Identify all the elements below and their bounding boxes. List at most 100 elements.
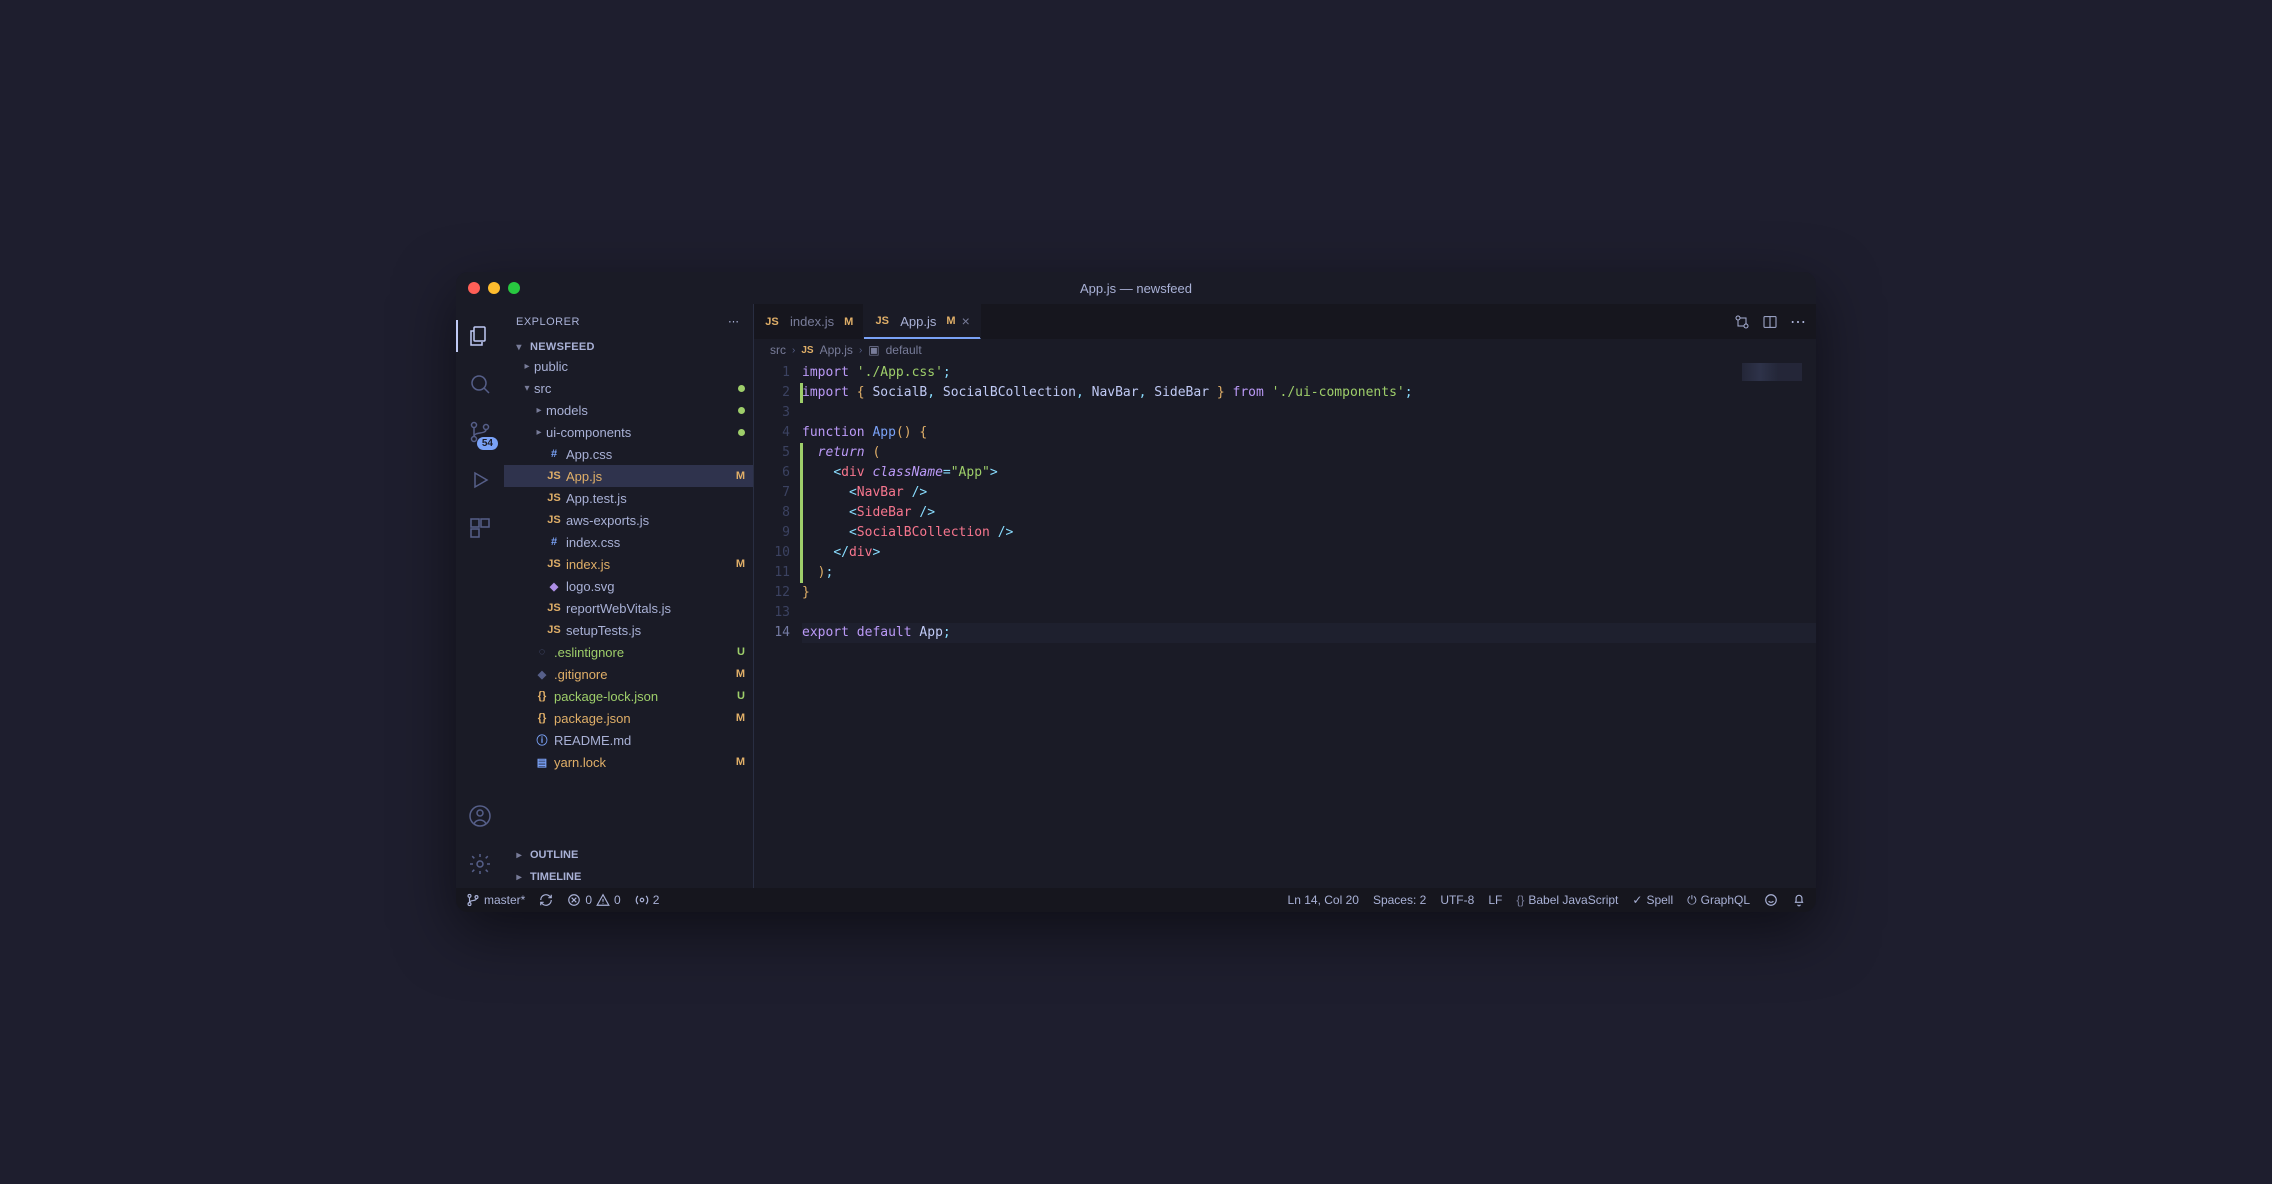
tree-file[interactable]: ◆logo.svg bbox=[504, 575, 753, 597]
status-sync[interactable] bbox=[539, 893, 553, 907]
breadcrumb-segment[interactable]: default bbox=[886, 343, 922, 357]
status-eol[interactable]: LF bbox=[1488, 893, 1502, 907]
close-tab-button[interactable]: × bbox=[962, 313, 970, 329]
tree-folder[interactable]: ▸public bbox=[504, 355, 753, 377]
file-label: README.md bbox=[554, 733, 745, 748]
tree-file[interactable]: ▤yarn.lockM bbox=[504, 751, 753, 773]
braces-icon: {} bbox=[1516, 893, 1524, 907]
editor-more-button[interactable]: ⋯ bbox=[1790, 312, 1806, 332]
activity-run-debug[interactable] bbox=[456, 456, 504, 504]
tree-file[interactable]: JSApp.jsM bbox=[504, 465, 753, 487]
code-line[interactable]: <NavBar /> bbox=[802, 483, 1816, 503]
code-line[interactable]: import './App.css'; bbox=[802, 363, 1816, 383]
status-spaces[interactable]: Spaces: 2 bbox=[1373, 893, 1426, 907]
close-window-button[interactable] bbox=[468, 282, 480, 294]
timeline-label: TIMELINE bbox=[530, 871, 581, 883]
code-line[interactable]: </div> bbox=[802, 543, 1816, 563]
git-status-badge: M bbox=[844, 316, 853, 328]
code-editor[interactable]: 1234567891011121314 import './App.css';i… bbox=[754, 361, 1816, 888]
status-encoding[interactable]: UTF-8 bbox=[1440, 893, 1474, 907]
file-type-icon: {} bbox=[534, 690, 550, 702]
timeline-section[interactable]: ▸ TIMELINE bbox=[504, 866, 753, 888]
code-line[interactable]: <div className="App"> bbox=[802, 463, 1816, 483]
activity-account[interactable] bbox=[456, 792, 504, 840]
code-line[interactable] bbox=[802, 403, 1816, 423]
tree-file[interactable]: ◌.eslintignoreU bbox=[504, 641, 753, 663]
tree-file[interactable]: JSaws-exports.js bbox=[504, 509, 753, 531]
code-content[interactable]: import './App.css';import { SocialB, Soc… bbox=[802, 361, 1816, 888]
compare-icon bbox=[1734, 314, 1750, 330]
outline-label: OUTLINE bbox=[530, 849, 578, 861]
code-line[interactable]: ); bbox=[802, 563, 1816, 583]
traffic-lights bbox=[468, 282, 520, 294]
file-type-icon: ◆ bbox=[534, 668, 550, 681]
breadcrumb[interactable]: src › JS App.js › ▣ default bbox=[754, 339, 1816, 361]
line-number: 14 bbox=[754, 623, 790, 643]
editor-tab[interactable]: JSindex.jsM bbox=[754, 304, 864, 339]
maximize-window-button[interactable] bbox=[508, 282, 520, 294]
tree-folder[interactable]: ▾src bbox=[504, 377, 753, 399]
status-problems[interactable]: 0 0 bbox=[567, 893, 620, 907]
tree-file[interactable]: JSreportWebVitals.js bbox=[504, 597, 753, 619]
tree-file[interactable]: ⓘREADME.md bbox=[504, 729, 753, 751]
code-line[interactable] bbox=[802, 603, 1816, 623]
activity-extensions[interactable] bbox=[456, 504, 504, 552]
file-label: .eslintignore bbox=[554, 645, 733, 660]
split-editor-button[interactable] bbox=[1762, 314, 1778, 330]
code-line[interactable]: <SideBar /> bbox=[802, 503, 1816, 523]
tree-file[interactable]: ◆.gitignoreM bbox=[504, 663, 753, 685]
file-label: reportWebVitals.js bbox=[566, 601, 745, 616]
activity-source-control[interactable]: 54 bbox=[456, 408, 504, 456]
line-number: 3 bbox=[754, 403, 790, 423]
file-type-icon: ◆ bbox=[546, 580, 562, 593]
minimap[interactable] bbox=[1742, 363, 1802, 381]
tree-file[interactable]: JSindex.jsM bbox=[504, 553, 753, 575]
tree-file[interactable]: JSsetupTests.js bbox=[504, 619, 753, 641]
minimize-window-button[interactable] bbox=[488, 282, 500, 294]
line-number: 8 bbox=[754, 503, 790, 523]
git-status-badge: U bbox=[737, 646, 745, 658]
status-ports[interactable]: 2 bbox=[635, 893, 660, 907]
git-status-badge: M bbox=[946, 315, 955, 327]
status-bell[interactable] bbox=[1792, 893, 1806, 907]
tree-file[interactable]: {}package.jsonM bbox=[504, 707, 753, 729]
outline-section[interactable]: ▸ OUTLINE bbox=[504, 844, 753, 866]
project-header[interactable]: ▾ NEWSFEED bbox=[504, 339, 753, 355]
tree-file[interactable]: {}package-lock.jsonU bbox=[504, 685, 753, 707]
line-number: 5 bbox=[754, 443, 790, 463]
tree-file[interactable]: #index.css bbox=[504, 531, 753, 553]
file-label: src bbox=[534, 381, 738, 396]
status-spell[interactable]: ✓ Spell bbox=[1632, 893, 1673, 907]
explorer-more-button[interactable]: ⋯ bbox=[728, 315, 741, 328]
tab-label: index.js bbox=[790, 314, 834, 329]
js-icon: JS bbox=[801, 345, 813, 356]
editor-area: JSindex.jsMJSApp.jsM× ⋯ src › JS App.js bbox=[754, 304, 1816, 888]
activity-search[interactable] bbox=[456, 360, 504, 408]
line-number: 4 bbox=[754, 423, 790, 443]
breadcrumb-segment[interactable]: src bbox=[770, 343, 786, 357]
status-graphql[interactable]: ⏻ GraphQL bbox=[1687, 893, 1750, 908]
status-feedback[interactable] bbox=[1764, 893, 1778, 907]
code-line[interactable]: } bbox=[802, 583, 1816, 603]
status-cursor[interactable]: Ln 14, Col 20 bbox=[1288, 893, 1359, 907]
code-line[interactable]: <SocialBCollection /> bbox=[802, 523, 1816, 543]
git-status-badge: M bbox=[736, 668, 745, 680]
code-line[interactable]: import { SocialB, SocialBCollection, Nav… bbox=[802, 383, 1816, 403]
file-label: public bbox=[534, 359, 745, 374]
tree-folder[interactable]: ▸ui-components bbox=[504, 421, 753, 443]
code-line[interactable]: return ( bbox=[802, 443, 1816, 463]
tree-folder[interactable]: ▸models bbox=[504, 399, 753, 421]
code-line[interactable]: export default App; bbox=[802, 623, 1816, 643]
activity-settings[interactable] bbox=[456, 840, 504, 888]
tree-file[interactable]: #App.css bbox=[504, 443, 753, 465]
breadcrumb-segment[interactable]: App.js bbox=[820, 343, 853, 357]
status-branch[interactable]: master* bbox=[466, 893, 525, 907]
tree-file[interactable]: JSApp.test.js bbox=[504, 487, 753, 509]
activity-explorer[interactable] bbox=[456, 312, 504, 360]
status-language[interactable]: {} Babel JavaScript bbox=[1516, 893, 1618, 907]
code-line[interactable]: function App() { bbox=[802, 423, 1816, 443]
file-type-icon: JS bbox=[546, 624, 562, 636]
compare-changes-button[interactable] bbox=[1734, 314, 1750, 330]
editor-tab[interactable]: JSApp.jsM× bbox=[864, 304, 981, 339]
symbol-icon: ▣ bbox=[868, 343, 879, 357]
